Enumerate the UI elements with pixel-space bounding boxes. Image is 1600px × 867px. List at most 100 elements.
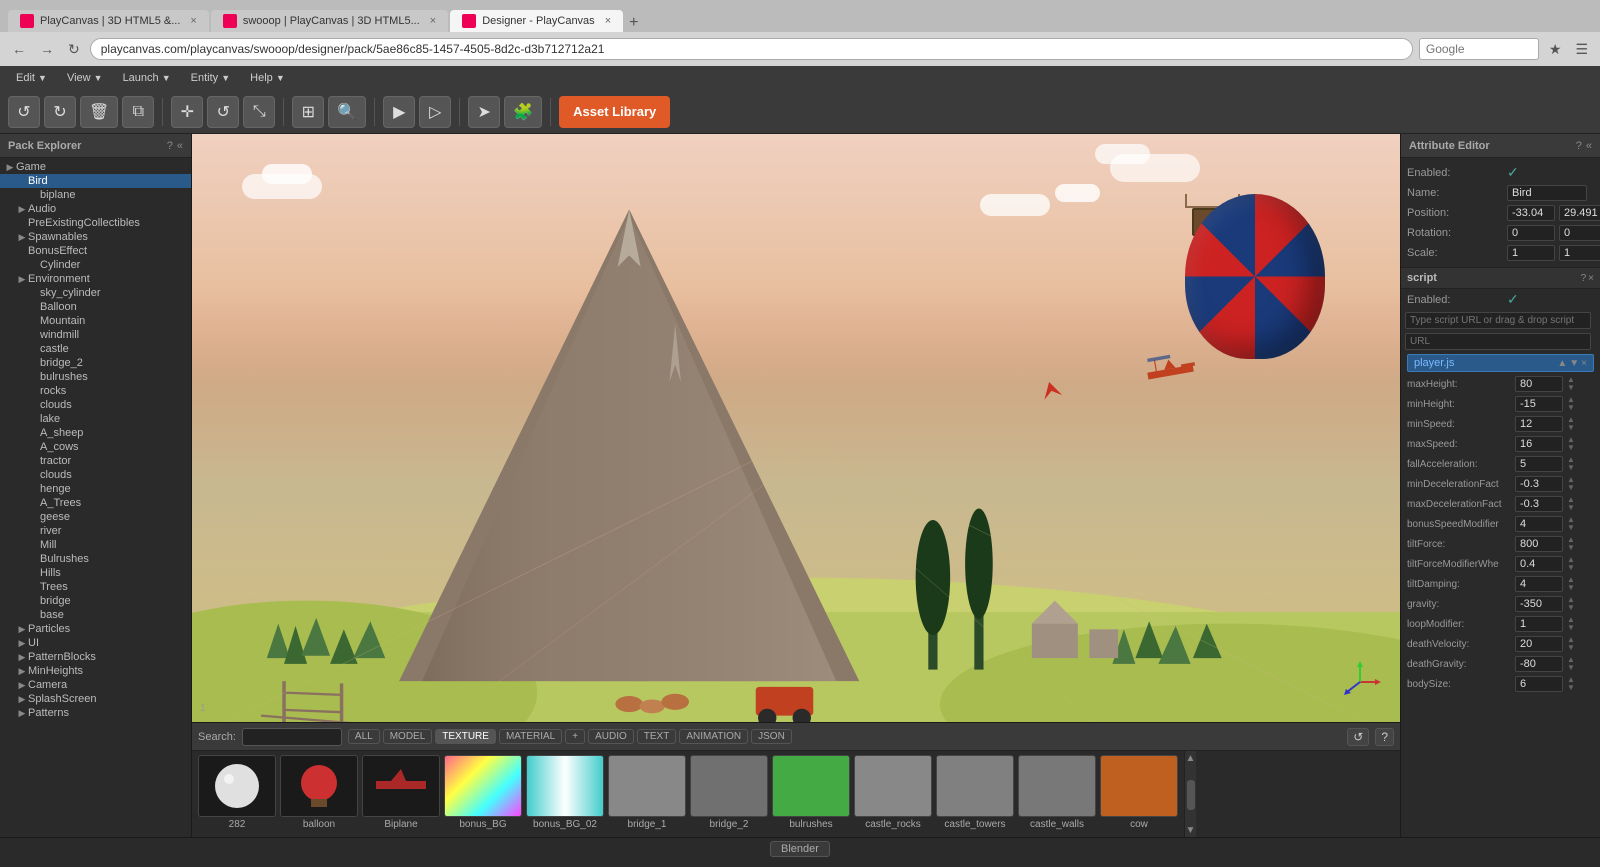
field-input[interactable] [1515,376,1563,392]
attr-rot-x[interactable] [1507,225,1555,241]
tab-1[interactable]: PlayCanvas | 3D HTML5 &... × [8,10,209,32]
asset-item-Biplane[interactable]: Biplane [362,755,440,834]
zoom-btn[interactable]: 🔍 [328,96,366,128]
asset-item-bulrushes[interactable]: bulrushes [772,755,850,834]
tree-item-biplane[interactable]: biplane [0,188,191,202]
asset-item-castle_walls[interactable]: castle_walls [1018,755,1096,834]
tree-item-balloon[interactable]: Balloon [0,300,191,314]
filter-animation[interactable]: ANIMATION [679,729,748,744]
asset-help-btn[interactable]: ? [1375,728,1394,746]
field-input[interactable] [1515,536,1563,552]
attr-script-url-input[interactable] [1405,312,1591,329]
field-input[interactable] [1515,616,1563,632]
tree-item-cylinder[interactable]: Cylinder [0,258,191,272]
filter-json[interactable]: JSON [751,729,792,744]
tree-item-clouds[interactable]: clouds [0,398,191,412]
tree-item-windmill[interactable]: windmill [0,328,191,342]
field-input[interactable] [1515,656,1563,672]
browser-search[interactable] [1419,38,1539,60]
asset-item-castle_rocks[interactable]: castle_rocks [854,755,932,834]
tree-item-preexistingcollectibles[interactable]: PreExistingCollectibles [0,216,191,230]
undo-btn[interactable]: ↺ [8,96,40,128]
menu-help[interactable]: Help ▼ [242,70,293,86]
move-btn[interactable]: ➤ [468,96,500,128]
tab-3[interactable]: Designer - PlayCanvas × [450,10,623,32]
field-input[interactable] [1515,556,1563,572]
ae-collapse-btn[interactable]: « [1586,140,1592,152]
menu-view[interactable]: View ▼ [59,70,111,86]
tree-item-ui[interactable]: ▶UI [0,636,191,650]
asset-library-btn[interactable]: Asset Library [559,96,670,128]
tree-item-lake[interactable]: lake [0,412,191,426]
filter-texture[interactable]: TEXTURE [435,729,496,744]
attr-pos-x[interactable] [1507,205,1555,221]
field-input[interactable] [1515,456,1563,472]
field-input[interactable] [1515,516,1563,532]
tree-item-bonuseffect[interactable]: BonusEffect [0,244,191,258]
filter-material[interactable]: MATERIAL [499,729,562,744]
translate-btn[interactable]: ✛ [171,96,203,128]
ae-help-btn[interactable]: ? [1576,140,1582,152]
script-remove-btn[interactable]: × [1581,358,1587,369]
asset-item-balloon[interactable]: balloon [280,755,358,834]
tree-item-a_cows[interactable]: A_cows [0,440,191,454]
redo-btn[interactable]: ↻ [44,96,76,128]
tree-item-camera[interactable]: ▶Camera [0,678,191,692]
asset-item-282[interactable]: 282 [198,755,276,834]
filter-plus[interactable]: + [565,729,585,744]
tree-item-particles[interactable]: ▶Particles [0,622,191,636]
tree-item-river[interactable]: river [0,524,191,538]
puzzle-btn[interactable]: 🧩 [504,96,542,128]
script-help-btn[interactable]: ? [1581,273,1587,284]
tree-item-base[interactable]: base [0,608,191,622]
filter-audio[interactable]: AUDIO [588,729,634,744]
tree-item-bulrushes[interactable]: Bulrushes [0,552,191,566]
asset-item-bonus_BG[interactable]: bonus_BG [444,755,522,834]
filter-all[interactable]: ALL [348,729,380,744]
script-up-btn[interactable]: ▲ [1557,358,1567,369]
forward-btn[interactable]: → [36,39,58,59]
tree-item-henge[interactable]: henge [0,482,191,496]
new-tab-btn[interactable]: + [629,14,638,32]
script-down-btn[interactable]: ▼ [1569,358,1579,369]
field-input[interactable] [1515,676,1563,692]
attr-pos-y[interactable] [1559,205,1600,221]
attr-scale-x[interactable] [1507,245,1555,261]
pe-collapse-btn[interactable]: « [177,140,183,152]
field-input[interactable] [1515,496,1563,512]
field-input[interactable] [1515,416,1563,432]
tree-item-a_trees[interactable]: A_Trees [0,496,191,510]
attr-script-enabled-value[interactable]: ✓ [1507,291,1519,308]
asset-search-input[interactable] [242,728,342,746]
rotate-btn[interactable]: ↺ [207,96,239,128]
tree-item-hills[interactable]: Hills [0,566,191,580]
tree-item-bird[interactable]: Bird [0,174,191,188]
attr-enabled-value[interactable]: ✓ [1507,164,1594,181]
asset-refresh-btn[interactable]: ↺ [1347,728,1369,746]
attr-name-input[interactable] [1507,185,1587,201]
field-input[interactable] [1515,596,1563,612]
tree-item-castle[interactable]: castle [0,342,191,356]
tab-3-close[interactable]: × [605,15,611,27]
tree-item-environment[interactable]: ▶Environment [0,272,191,286]
tree-item-bridge_2[interactable]: bridge_2 [0,356,191,370]
field-input[interactable] [1515,576,1563,592]
address-bar[interactable] [90,38,1413,60]
asset-item-bonus_BG_02[interactable]: bonus_BG_02 [526,755,604,834]
asset-item-bridge_2[interactable]: bridge_2 [690,755,768,834]
reload-btn[interactable]: ↻ [64,39,84,60]
blender-btn[interactable]: Blender [770,841,830,857]
tree-item-mountain[interactable]: Mountain [0,314,191,328]
tree-item-audio[interactable]: ▶Audio [0,202,191,216]
filter-model[interactable]: MODEL [383,729,433,744]
tab-1-close[interactable]: × [190,15,196,27]
tree-item-patterns[interactable]: ▶Patterns [0,706,191,720]
menu-btn[interactable]: ☰ [1571,39,1592,60]
tree-item-game[interactable]: ▶Game [0,160,191,174]
tab-2-close[interactable]: × [430,15,436,27]
menu-launch[interactable]: Launch ▼ [115,70,179,86]
viewport-3d[interactable]: 1 [192,134,1400,722]
asset-item-bridge_1[interactable]: bridge_1 [608,755,686,834]
tree-item-mill[interactable]: Mill [0,538,191,552]
asset-scrollbar[interactable]: ▲ ▼ [1184,751,1196,837]
